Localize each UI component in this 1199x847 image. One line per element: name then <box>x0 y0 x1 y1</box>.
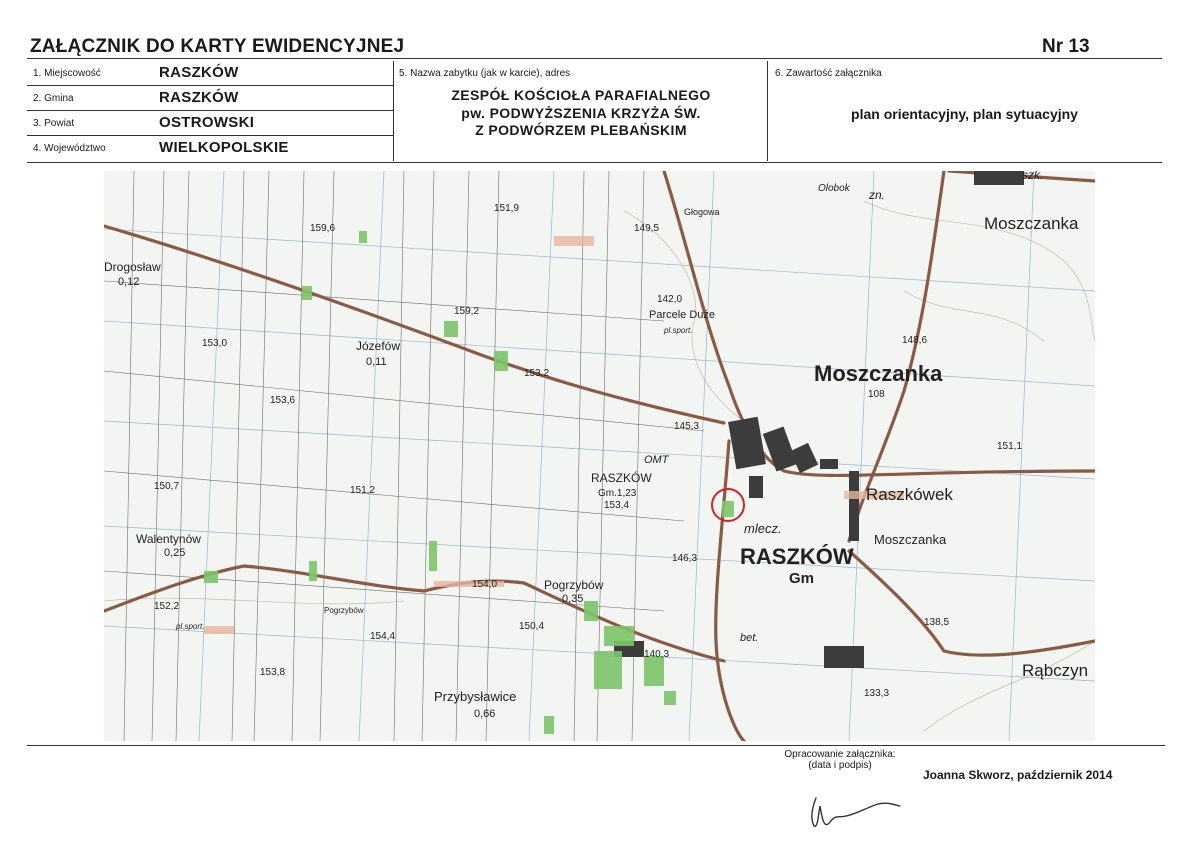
elevation-133-3: 133,3 <box>864 688 889 699</box>
map-label-szk: szk. <box>1022 171 1043 182</box>
elevation-152-2: 152,2 <box>154 601 179 612</box>
voivodeship-label: 4. Województwo <box>33 143 106 154</box>
map-label-przybyslawice: Przybysławice <box>434 689 516 704</box>
map-label-walentynow-value: 0,25 <box>164 547 185 559</box>
map-label-przybyslawice-value: 0,66 <box>474 708 495 720</box>
elevation-159-2: 159,2 <box>454 306 479 317</box>
map-label-rabczyn: Rąbczyn <box>1022 661 1088 680</box>
contents-label: 6. Zawartość załącznika <box>775 68 882 79</box>
row-voivodeship: 4. Województwo WIELKOPOLSKIE <box>27 136 393 160</box>
prepared-label-line-2: (data i podpis) <box>808 760 872 771</box>
commune-value: RASZKÓW <box>159 89 239 106</box>
elevation-140-3: 140,3 <box>644 649 669 660</box>
elevation-153-4: 153,4 <box>604 500 629 511</box>
elevation-159-6: 159,6 <box>310 223 335 234</box>
elevation-145-3: 145,3 <box>674 421 699 432</box>
locality-label: 1. Miejscowość <box>33 68 101 79</box>
map-label-walentynow: Walentynów <box>136 532 201 546</box>
monument-label: 5. Nazwa zabytku (jak w karcie), adres <box>399 68 571 79</box>
map-label-raszkow-gm-value: Gm.1,23 <box>598 488 637 499</box>
elevation-151-2: 151,2 <box>350 485 375 496</box>
elevation-151-1: 151,1 <box>997 441 1022 452</box>
prepared-by-label: Opracowanie załącznika: (data i podpis) <box>760 749 920 771</box>
elevation-138-5: 138,5 <box>924 617 949 628</box>
elevation-150-7: 150,7 <box>154 481 179 492</box>
map-label-parcele-duze: Parcele Duże <box>649 309 715 321</box>
map-label-pogrzybow: Pogrzybów <box>544 578 604 592</box>
map-label-zn: zn. <box>868 188 885 202</box>
voivodeship-value: WIELKOPOLSKIE <box>159 139 289 156</box>
map-label-omt: OMT <box>644 454 670 466</box>
map-label-moszczanka-s: Moszczanka <box>874 532 947 547</box>
map-label-drogoslaw-value: 0,12 <box>118 276 139 288</box>
map-label-drogoslaw: Drogosław <box>104 260 161 274</box>
elevation-148-6: 148,6 <box>902 335 927 346</box>
map-label-raszkowek: Raszkówek <box>866 485 953 504</box>
contents-value: plan orientacyjny, plan sytuacyjny <box>851 106 1078 122</box>
row-county: 3. Powiat OSTROWSKI <box>27 111 393 136</box>
monument-name-line-2: pw. PODWYŻSZENIA KRZYŻA ŚW. <box>461 104 701 121</box>
elevation-151-9: 151,9 <box>494 203 519 214</box>
map-label-moszczanka-ne: Moszczanka <box>984 214 1079 233</box>
map-label-jozefow-value: 0,11 <box>366 356 387 368</box>
map-label-sports-field-w: pl.sport. <box>175 622 204 631</box>
map-label-raszkow-town: RASZKÓW <box>740 544 854 569</box>
info-table: 1. Miejscowość RASZKÓW 2. Gmina RASZKÓW … <box>27 61 1162 163</box>
handwritten-signature <box>811 797 901 827</box>
locality-value: RASZKÓW <box>159 64 239 81</box>
map-label-raszkow-small: RASZKÓW <box>591 470 652 485</box>
bottom-rule <box>27 745 1165 746</box>
map-label-bet: bet. <box>740 632 758 644</box>
elevation-146-3: 146,3 <box>672 553 697 564</box>
topographic-map: Moszczanka Moszczanka Raszkówek Moszczan… <box>104 171 1095 741</box>
author-and-date: Joanna Skworz, październik 2014 <box>923 768 1113 782</box>
elevation-153-8: 153,8 <box>260 667 285 678</box>
county-label: 3. Powiat <box>33 118 75 129</box>
elevation-150-4: 150,4 <box>519 621 544 632</box>
monument-name: ZESPÓŁ KOŚCIOŁA PARAFIALNEGO pw. PODWYŻS… <box>395 87 767 140</box>
map-label-sports-field-n: pl.sport. <box>663 326 692 335</box>
map-label-olobok: Olobok <box>818 183 851 194</box>
map-label-mlecz: mlecz. <box>744 521 782 536</box>
elevation-154-0: 154,0 <box>472 579 497 590</box>
page-title: ZAŁĄCZNIK DO KARTY EWIDENCYJNEJ <box>30 36 405 57</box>
elevation-153-6: 153,6 <box>270 395 295 406</box>
commune-label: 2. Gmina <box>33 93 74 104</box>
map-label-moszczanka-village: Moszczanka <box>814 361 943 386</box>
map-label-pogrzybow-road: Pogrzybów <box>324 606 364 615</box>
attachment-number: Nr 13 <box>1042 36 1090 57</box>
row-locality: 1. Miejscowość RASZKÓW <box>27 61 393 86</box>
elevation-153-0: 153,0 <box>202 338 227 349</box>
prepared-label-line-1: Opracowanie załącznika: <box>784 749 896 760</box>
elevation-108: 108 <box>868 389 885 400</box>
top-rule <box>27 58 1162 59</box>
elevation-142-0: 142,0 <box>657 294 682 305</box>
elevation-154-4: 154,4 <box>370 631 395 642</box>
column-divider-1 <box>393 61 394 161</box>
row-commune: 2. Gmina RASZKÓW <box>27 86 393 111</box>
map-label-gm: Gm <box>789 570 814 587</box>
map-label-pogrzybow-value: 0,35 <box>562 593 583 605</box>
elevation-149-5: 149,5 <box>634 223 659 234</box>
map-label-jozefow: Józefów <box>356 339 400 353</box>
county-value: OSTROWSKI <box>159 114 255 131</box>
elevation-153-2: 153,2 <box>524 368 549 379</box>
map-label-glogowa: Głogowa <box>684 207 720 217</box>
monument-name-line-3: Z PODWÓRZEM PLEBAŃSKIM <box>475 122 687 138</box>
monument-name-line-1: ZESPÓŁ KOŚCIOŁA PARAFIALNEGO <box>451 87 711 103</box>
